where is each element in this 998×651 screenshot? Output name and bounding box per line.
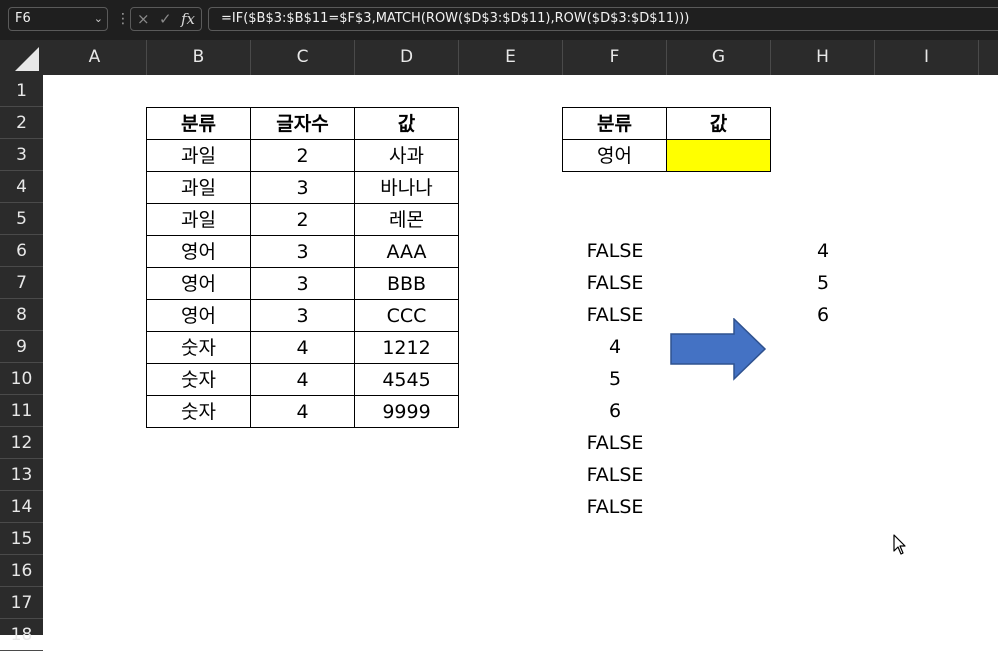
column-header-c[interactable]: C — [251, 40, 355, 75]
table-cell[interactable]: 영어 — [146, 299, 251, 332]
result-cell[interactable]: FALSE — [563, 235, 667, 267]
column-header-e[interactable]: E — [459, 40, 563, 75]
table-cell[interactable]: 3 — [250, 299, 355, 332]
column-header-b[interactable]: B — [147, 40, 251, 75]
result-cell[interactable]: FALSE — [563, 459, 667, 491]
row-headers: 1 2 3 4 5 6 7 8 9 10 11 12 13 14 15 16 1… — [0, 75, 43, 651]
column-header-a[interactable]: A — [43, 40, 147, 75]
formula-bar: F6 ⌄ ⋮ × ✓ fx =IF($B$3:$B$11=$F$3,MATCH(… — [0, 0, 998, 40]
row-header[interactable]: 3 — [0, 139, 43, 171]
column-header-f[interactable]: F — [563, 40, 667, 75]
result-cell[interactable]: 5 — [563, 363, 667, 395]
sheet-grid[interactable]: 분류 글자수 값 과일 2 사과 과일 3 바나나 과일 2 레몬 영어 3 A… — [43, 75, 998, 635]
table-cell[interactable]: 4 — [250, 363, 355, 396]
result-cell[interactable]: 6 — [563, 395, 667, 427]
result-cell[interactable]: 6 — [771, 299, 875, 331]
lookup-category-cell[interactable]: 영어 — [562, 139, 667, 172]
row-header[interactable]: 18 — [0, 619, 43, 651]
row-header[interactable]: 13 — [0, 459, 43, 491]
result-cell[interactable]: FALSE — [563, 299, 667, 331]
row-header[interactable]: 14 — [0, 491, 43, 523]
column-headers: A B C D E F G H I — [43, 40, 998, 75]
right-arrow-shape[interactable] — [670, 318, 768, 382]
table-cell[interactable]: 영어 — [146, 267, 251, 300]
table-cell[interactable]: 과일 — [146, 139, 251, 172]
column-header-d[interactable]: D — [355, 40, 459, 75]
row-header[interactable]: 17 — [0, 587, 43, 619]
row-header[interactable]: 4 — [0, 171, 43, 203]
table-cell[interactable]: 3 — [250, 235, 355, 268]
row-header[interactable]: 2 — [0, 107, 43, 139]
row-header[interactable]: 16 — [0, 555, 43, 587]
table-cell[interactable]: 4 — [250, 395, 355, 428]
table-cell[interactable]: 3 — [250, 267, 355, 300]
table-cell[interactable]: 9999 — [354, 395, 459, 428]
row-header[interactable]: 10 — [0, 363, 43, 395]
row-header[interactable]: 5 — [0, 203, 43, 235]
lookup-header-cell[interactable]: 값 — [666, 107, 771, 140]
table-cell[interactable]: 숫자 — [146, 395, 251, 428]
result-cell[interactable]: FALSE — [563, 491, 667, 523]
table-cell[interactable]: 과일 — [146, 203, 251, 236]
mouse-cursor-icon — [893, 534, 906, 555]
table-cell[interactable]: 과일 — [146, 171, 251, 204]
table-cell[interactable]: 4545 — [354, 363, 459, 396]
result-cell[interactable]: FALSE — [563, 267, 667, 299]
name-box-value: F6 — [15, 11, 31, 26]
name-box[interactable]: F6 ⌄ — [8, 7, 108, 31]
table-cell[interactable]: 영어 — [146, 235, 251, 268]
chevron-down-icon[interactable]: ⌄ — [94, 8, 103, 30]
lookup-value-cell[interactable] — [666, 139, 771, 172]
table-cell[interactable]: 3 — [250, 171, 355, 204]
insert-function-icon[interactable]: fx — [181, 8, 195, 30]
column-header-i[interactable]: I — [875, 40, 979, 75]
table-cell[interactable]: 바나나 — [354, 171, 459, 204]
table-header-cell[interactable]: 글자수 — [250, 107, 355, 140]
table-cell[interactable]: BBB — [354, 267, 459, 300]
table-cell[interactable]: 레몬 — [354, 203, 459, 236]
table-header-cell[interactable]: 값 — [354, 107, 459, 140]
table-cell[interactable]: 4 — [250, 331, 355, 364]
cancel-icon[interactable]: × — [137, 8, 150, 30]
result-cell[interactable]: 5 — [771, 267, 875, 299]
column-header-g[interactable]: G — [667, 40, 771, 75]
row-header[interactable]: 6 — [0, 235, 43, 267]
row-header[interactable]: 8 — [0, 299, 43, 331]
column-header-h[interactable]: H — [771, 40, 875, 75]
select-all-button[interactable] — [0, 40, 43, 75]
table-cell[interactable]: 2 — [250, 203, 355, 236]
table-cell[interactable]: 1212 — [354, 331, 459, 364]
result-cell[interactable]: 4 — [563, 331, 667, 363]
formula-input[interactable]: =IF($B$3:$B$11=$F$3,MATCH(ROW($D$3:$D$11… — [208, 7, 998, 31]
table-cell[interactable]: AAA — [354, 235, 459, 268]
table-cell[interactable]: CCC — [354, 299, 459, 332]
row-header[interactable]: 7 — [0, 267, 43, 299]
row-header[interactable]: 15 — [0, 523, 43, 555]
table-cell[interactable]: 숫자 — [146, 363, 251, 396]
select-all-triangle-icon — [15, 47, 39, 71]
result-cell[interactable]: FALSE — [563, 427, 667, 459]
row-header[interactable]: 1 — [0, 75, 43, 107]
table-cell[interactable]: 숫자 — [146, 331, 251, 364]
table-header-cell[interactable]: 분류 — [146, 107, 251, 140]
table-cell[interactable]: 사과 — [354, 139, 459, 172]
row-header[interactable]: 9 — [0, 331, 43, 363]
formula-buttons: × ✓ fx — [130, 7, 202, 31]
lookup-header-cell[interactable]: 분류 — [562, 107, 667, 140]
row-header[interactable]: 11 — [0, 395, 43, 427]
enter-icon[interactable]: ✓ — [159, 8, 172, 30]
more-options-icon[interactable]: ⋮ — [116, 10, 130, 28]
table-cell[interactable]: 2 — [250, 139, 355, 172]
row-header[interactable]: 12 — [0, 427, 43, 459]
result-cell[interactable]: 4 — [771, 235, 875, 267]
